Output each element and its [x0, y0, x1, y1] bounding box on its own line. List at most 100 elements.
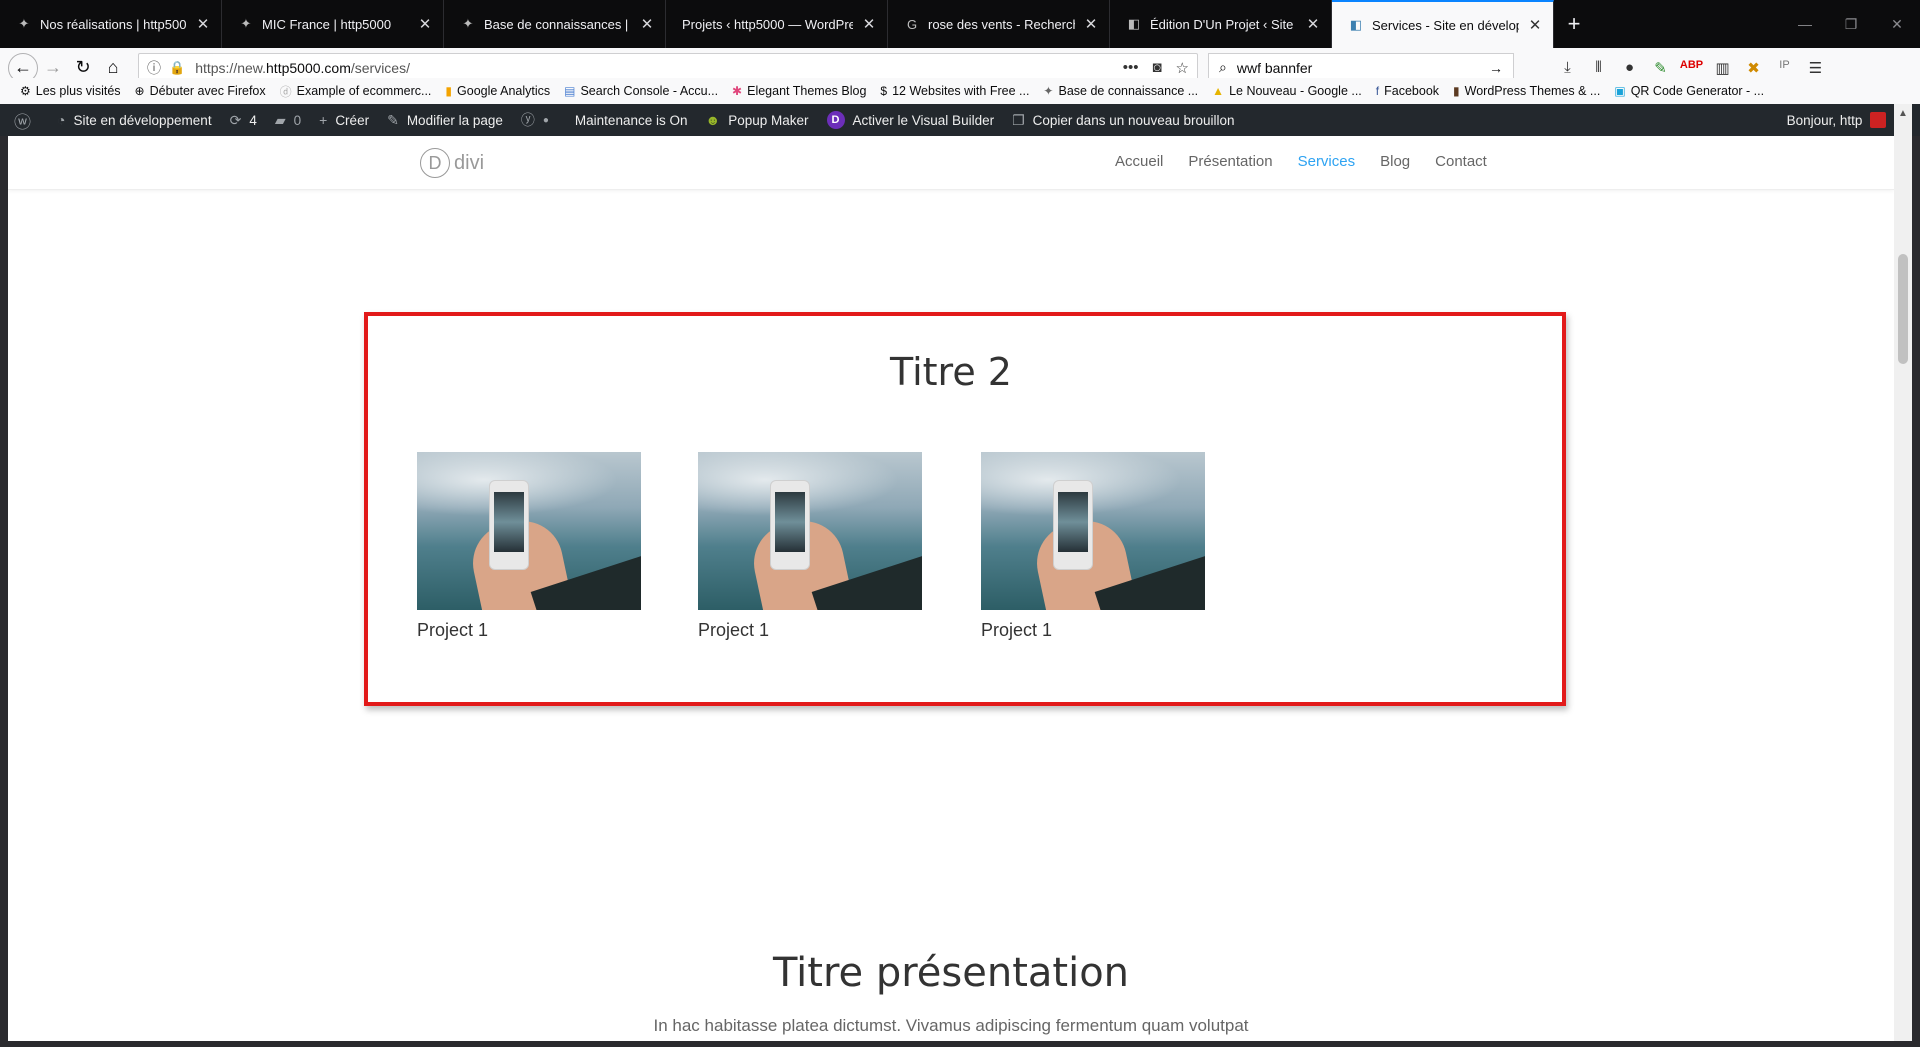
- tab-title: Projets ‹ http5000 — WordPress: [682, 16, 853, 32]
- restore-icon[interactable]: ❐: [1828, 0, 1874, 48]
- bookmark-item[interactable]: ⚙ Les plus visités: [20, 84, 121, 98]
- close-icon[interactable]: ✕: [1305, 15, 1321, 33]
- extension-green-icon[interactable]: ✎: [1645, 59, 1676, 77]
- page-actions-icon[interactable]: •••: [1123, 59, 1139, 76]
- site-logo[interactable]: D divi: [420, 148, 484, 178]
- tab-title: rose des vents - Recherche Goo: [928, 16, 1075, 32]
- visual-builder-link[interactable]: D Activer le Visual Builder: [826, 111, 995, 129]
- library-icon[interactable]: ⫴: [1583, 59, 1614, 77]
- visual-builder-label: Activer le Visual Builder: [852, 112, 995, 128]
- download-icon[interactable]: ⤓: [1552, 59, 1583, 77]
- bookmark-item[interactable]: $12 Websites with Free ...: [880, 84, 1029, 98]
- comment-icon: ▰: [274, 111, 286, 128]
- close-icon[interactable]: ✕: [1083, 15, 1099, 33]
- menu-icon[interactable]: ☰: [1800, 59, 1831, 77]
- comments-count: 0: [293, 112, 302, 128]
- greeting[interactable]: Bonjour, http: [1787, 113, 1863, 128]
- qr-icon: ▣: [1614, 84, 1626, 98]
- scrollbar[interactable]: ▲: [1894, 104, 1912, 1041]
- close-window-icon[interactable]: ✕: [1874, 0, 1920, 48]
- menu-item-contact[interactable]: Contact: [1435, 153, 1487, 170]
- tab-google-search[interactable]: G rose des vents - Recherche Goo ✕: [888, 0, 1110, 48]
- bookmark-item[interactable]: ▮ Google Analytics: [445, 84, 550, 98]
- menu-item-presentation[interactable]: Présentation: [1188, 153, 1272, 170]
- edit-page-link[interactable]: ✎ Modifier la page: [387, 112, 503, 129]
- search-value: wwf bannfer: [1236, 59, 1313, 76]
- butterfly-icon: ✦: [1043, 84, 1054, 98]
- bookmark-item[interactable]: f Facebook: [1376, 84, 1439, 98]
- close-icon[interactable]: ✕: [861, 15, 877, 33]
- tab-edition-projet[interactable]: ◧ Édition D'Un Projet ‹ Site en dé ✕: [1110, 0, 1332, 48]
- pocket-icon[interactable]: ◙: [1152, 59, 1161, 76]
- tab-nos-realisations[interactable]: ✦ Nos réalisations | http5000 ✕: [0, 0, 222, 48]
- page-viewport: D divi Accueil Présentation Services Blo…: [8, 136, 1894, 1041]
- bookmark-label: Google Analytics: [457, 84, 551, 98]
- updates-link[interactable]: ⟳ 4: [230, 112, 257, 129]
- tab-base-connaissances[interactable]: ✦ Base de connaissances | http50 ✕: [444, 0, 666, 48]
- extension-dark-icon[interactable]: ●: [1614, 59, 1645, 77]
- site-name-link[interactable]: ◔ Site en développement: [57, 112, 212, 128]
- presentation-title: Titre présentation: [772, 950, 1130, 996]
- site-name-label: Site en développement: [73, 112, 212, 128]
- wp-logo-icon[interactable]: ⓦ: [14, 108, 39, 133]
- bookmark-item[interactable]: ▮ WordPress Themes & ...: [1453, 84, 1600, 98]
- info-icon[interactable]: ⓘ: [147, 58, 161, 78]
- minimize-icon[interactable]: —: [1782, 0, 1828, 48]
- scroll-up-icon[interactable]: ▲: [1898, 108, 1908, 119]
- extension-tools-icon[interactable]: ✖: [1738, 59, 1769, 77]
- wp-favicon-icon: ◧: [1127, 16, 1141, 31]
- bookmark-label: Les plus visités: [35, 84, 121, 98]
- bookmark-item[interactable]: ⓓ Example of ecommerc...: [280, 83, 432, 100]
- bookmark-label: Base de connaissance ...: [1058, 84, 1199, 98]
- avatar[interactable]: [1870, 112, 1887, 128]
- highlight-box: [364, 312, 1566, 706]
- url-text[interactable]: https://new.http5000.com/services/: [195, 60, 1109, 76]
- close-icon[interactable]: ✕: [639, 15, 655, 33]
- tab-title: MIC France | http5000: [262, 16, 392, 32]
- close-icon[interactable]: ✕: [1527, 16, 1543, 34]
- popup-maker-link[interactable]: ☻ Popup Maker: [705, 112, 808, 128]
- extension-ip-icon[interactable]: IP: [1769, 59, 1800, 77]
- menu-item-blog[interactable]: Blog: [1380, 153, 1410, 170]
- bookmark-star-icon[interactable]: ☆: [1176, 59, 1189, 77]
- close-icon[interactable]: ✕: [417, 15, 433, 33]
- bookmark-item[interactable]: ⊕ Débuter avec Firefox: [135, 84, 266, 98]
- browser-window: ✦ Nos réalisations | http5000 ✕ ✦ MIC Fr…: [0, 0, 1920, 1047]
- new-tab-button[interactable]: +: [1554, 0, 1594, 48]
- search-console-icon: ▤: [564, 84, 576, 98]
- edit-label: Modifier la page: [406, 112, 503, 128]
- adblock-icon[interactable]: ABP: [1676, 59, 1707, 77]
- comments-link[interactable]: ▰ 0: [275, 112, 301, 129]
- copy-icon: ❐: [1012, 111, 1025, 128]
- site-header: D divi Accueil Présentation Services Blo…: [8, 136, 1894, 190]
- go-arrow-icon[interactable]: →: [1489, 60, 1503, 76]
- bookmark-item[interactable]: ✱ Elegant Themes Blog: [732, 84, 866, 98]
- bookmark-label: Elegant Themes Blog: [747, 84, 867, 98]
- bookmark-item[interactable]: ▣ QR Code Generator - ...: [1614, 84, 1764, 98]
- facebook-icon: f: [1375, 84, 1380, 98]
- menu-item-services[interactable]: Services: [1298, 153, 1356, 170]
- bookmark-item[interactable]: ▤ Search Console - Accu...: [564, 84, 718, 98]
- gear-icon: ⚙: [20, 84, 31, 98]
- bookmark-item[interactable]: ✦ Base de connaissance ...: [1043, 84, 1198, 98]
- window-controls: — ❐ ✕: [1782, 0, 1920, 48]
- maintenance-label: Maintenance is On: [574, 112, 688, 128]
- close-icon[interactable]: ✕: [195, 15, 211, 33]
- scrollbar-thumb[interactable]: [1898, 254, 1908, 364]
- new-content-link[interactable]: + Créer: [319, 112, 369, 128]
- menu-item-accueil[interactable]: Accueil: [1115, 153, 1163, 170]
- tab-mic-france[interactable]: ✦ MIC France | http5000 ✕: [222, 0, 444, 48]
- tab-projets[interactable]: Projets ‹ http5000 — WordPress ✕: [666, 0, 888, 48]
- copy-draft-link[interactable]: ❐ Copier dans un nouveau brouillon: [1012, 112, 1234, 129]
- maintenance-link[interactable]: Maintenance is On: [575, 113, 688, 128]
- bookmark-label: Débuter avec Firefox: [149, 84, 266, 98]
- bookmark-item[interactable]: ▲ Le Nouveau - Google ...: [1212, 84, 1362, 98]
- yoast-link[interactable]: ⓨ ●: [521, 110, 557, 130]
- lock-icon[interactable]: 🔒: [169, 60, 185, 76]
- tab-services[interactable]: ◧ Services - Site en développeme ✕: [1332, 0, 1554, 48]
- tab-title: Services - Site en développeme: [1372, 17, 1519, 33]
- sidebar-icon[interactable]: ▥: [1707, 59, 1738, 77]
- wp-favicon-icon: ◧: [1349, 17, 1363, 32]
- themeforest-icon: ▮: [1453, 84, 1460, 98]
- butterfly-icon: ✦: [18, 16, 30, 31]
